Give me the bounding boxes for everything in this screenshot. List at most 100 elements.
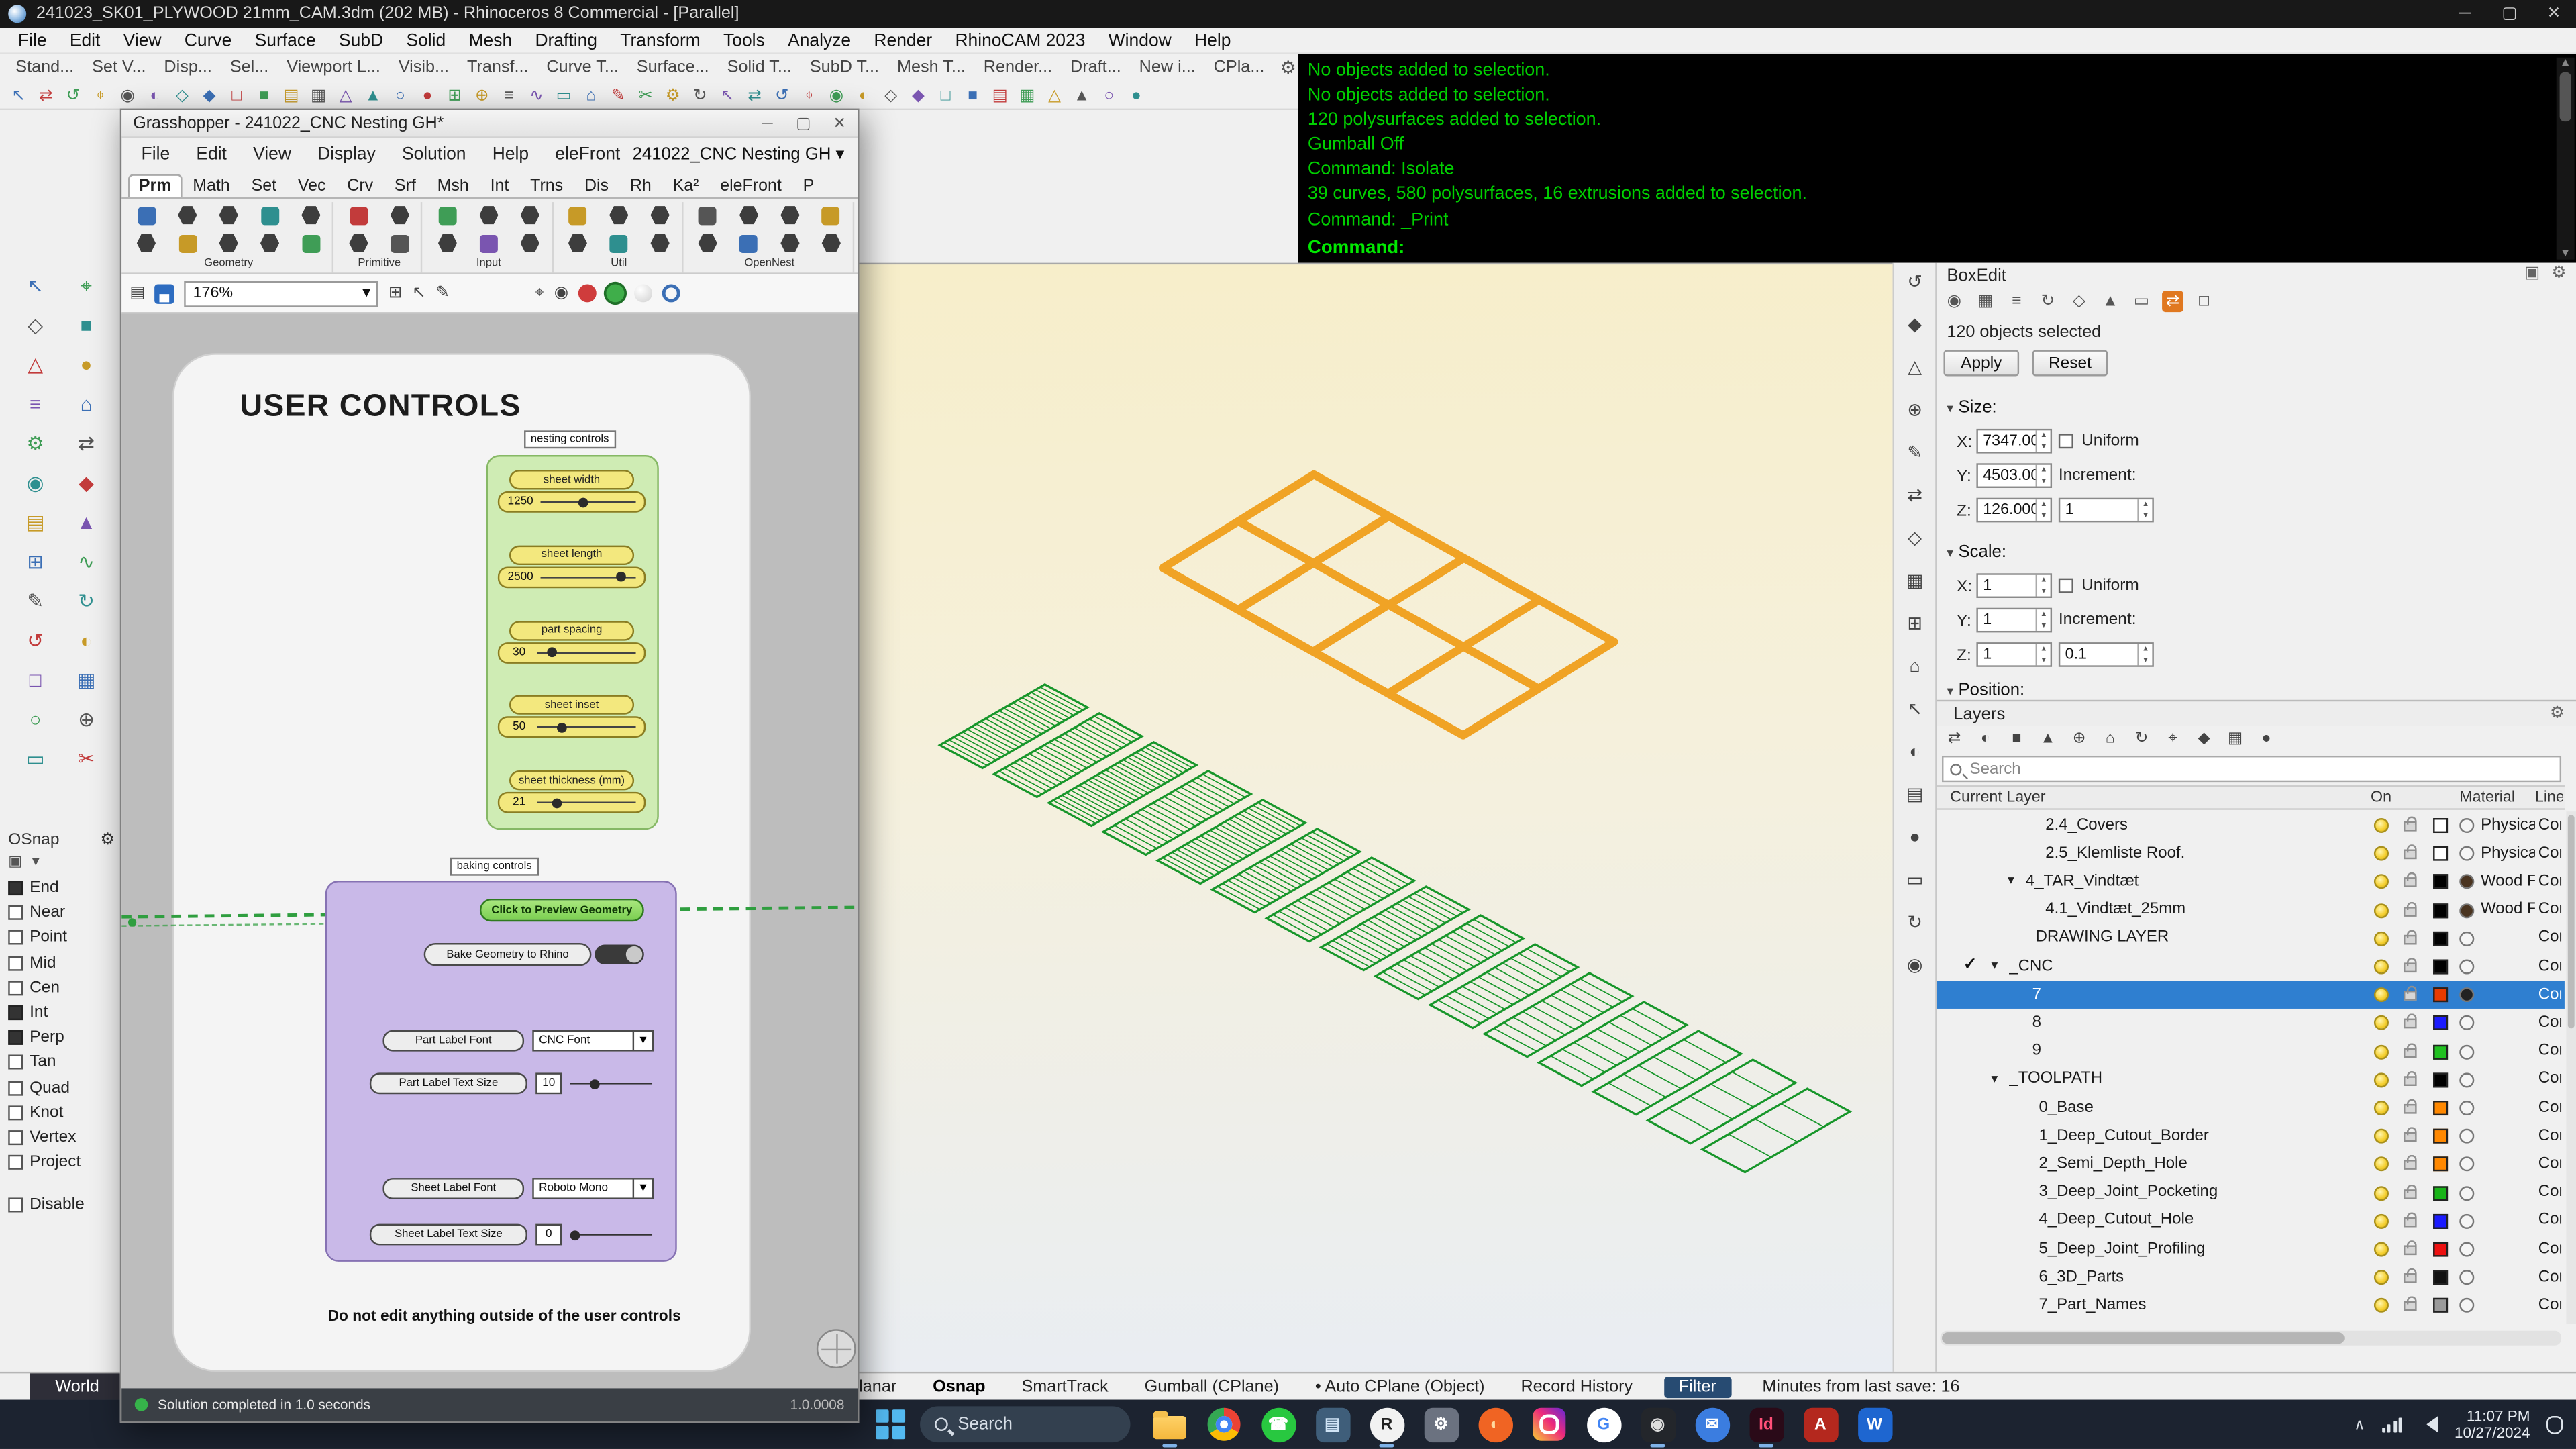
layer-visibility-icon[interactable]: [2374, 1129, 2389, 1144]
indesign-icon[interactable]: Id: [1747, 1405, 1786, 1444]
gh-component-icon[interactable]: [650, 234, 670, 253]
network-icon[interactable]: [2381, 1416, 2402, 1432]
side-tool-icon[interactable]: ⇄: [1907, 487, 1922, 508]
gh-param-label[interactable]: Sheet Label Text Size: [370, 1224, 527, 1246]
toolbar-button[interactable]: Visib...: [389, 59, 458, 77]
layer-material-icon[interactable]: [2459, 1044, 2474, 1059]
layer-material-icon[interactable]: [2459, 1299, 2474, 1313]
layer-name[interactable]: 6_3D_Parts: [2039, 1268, 2124, 1286]
osnap-tool-icon[interactable]: ▾: [32, 852, 40, 870]
layer-lock-icon[interactable]: [2404, 878, 2417, 888]
command-panel[interactable]: No objects added to selection.No objects…: [1298, 54, 2576, 263]
layer-visibility-icon[interactable]: [2374, 1213, 2389, 1228]
grasshopper-title-bar[interactable]: Grasshopper - 241022_CNC Nesting GH* ─ ▢…: [121, 110, 858, 138]
sidebar-tool-icon[interactable]: ◉: [15, 472, 55, 497]
layer-row[interactable]: 7Continuous: [1937, 981, 2565, 1009]
sidebar-tool-icon[interactable]: ✂: [66, 748, 106, 772]
gh-tab[interactable]: Prm: [128, 174, 182, 197]
size-x-field[interactable]: 7347.00▲▼: [1976, 429, 2052, 454]
minimize-button[interactable]: ─: [2443, 5, 2487, 23]
layer-name[interactable]: 7_Part_Names: [2039, 1296, 2146, 1314]
layer-lock-icon[interactable]: [2404, 1217, 2417, 1227]
osnap-checkbox[interactable]: [8, 981, 23, 995]
zoom-level-combo[interactable]: 176%▾: [185, 280, 378, 306]
gh-component-icon[interactable]: [350, 206, 368, 224]
layer-visibility-icon[interactable]: [2374, 931, 2389, 946]
sidebar-tool-icon[interactable]: ≡: [15, 393, 55, 417]
toolbar-icon[interactable]: ●: [1123, 83, 1150, 108]
layer-name[interactable]: 1_Deep_Cutout_Border: [2039, 1126, 2208, 1144]
gh-slider-name[interactable]: sheet inset: [509, 695, 634, 715]
gh-dropdown[interactable]: CNC Font▼: [532, 1030, 654, 1052]
osnap-tool-icon[interactable]: ▣: [8, 852, 22, 870]
gh-number-value[interactable]: 0: [535, 1224, 562, 1246]
layer-row[interactable]: 2.4_CoversPhysicalContinuous: [1937, 811, 2565, 840]
size-increment-field[interactable]: 1▲▼: [2059, 498, 2154, 523]
menu-item[interactable]: RhinoCAM 2023: [943, 30, 1096, 50]
canvas-compass[interactable]: [817, 1329, 856, 1368]
layer-material-icon[interactable]: [2459, 931, 2474, 946]
layer-material-icon[interactable]: [2459, 1072, 2474, 1087]
gh-component-icon[interactable]: [261, 206, 279, 224]
layer-name[interactable]: DRAWING LAYER: [2036, 929, 2169, 947]
gh-component-icon[interactable]: [439, 206, 457, 224]
sidebar-tool-icon[interactable]: ◐: [66, 630, 106, 654]
layer-lock-icon[interactable]: [2404, 1160, 2417, 1170]
scroll-down-icon[interactable]: ▼: [2560, 248, 2571, 260]
side-tool-icon[interactable]: ◉: [1907, 956, 1923, 978]
toolbar-icon[interactable]: ⊞: [441, 83, 468, 108]
gh-component-icon[interactable]: [520, 234, 539, 253]
layer-color-swatch[interactable]: [2433, 1072, 2448, 1087]
sidebar-tool-icon[interactable]: ⌖: [66, 274, 106, 299]
gh-ribbon-group-label[interactable]: Input: [429, 256, 548, 272]
status-item[interactable]: Auto CPlane (Object): [1297, 1377, 1503, 1395]
osnap-checkbox[interactable]: [8, 905, 23, 920]
layer-visibility-icon[interactable]: [2374, 988, 2389, 1003]
layer-lock-icon[interactable]: [2404, 934, 2417, 944]
toolbar-icon[interactable]: ✂: [632, 83, 660, 108]
menu-item[interactable]: Analyze: [776, 30, 862, 50]
toolbar-icon[interactable]: △: [332, 83, 360, 108]
gh-component-icon[interactable]: [740, 234, 758, 252]
gh-document-selector[interactable]: 241022_CNC Nesting GH ▾: [633, 144, 845, 164]
toolbar-icon[interactable]: ◇: [877, 83, 905, 108]
layer-name[interactable]: 8: [2032, 1013, 2041, 1032]
gh-slider-name[interactable]: sheet width: [509, 470, 634, 489]
scale-section-header[interactable]: ▾Scale:: [1947, 542, 2006, 562]
layers-vscrollbar[interactable]: [2566, 811, 2576, 1324]
toolbar-icon[interactable]: ▲: [360, 83, 387, 108]
sidebar-tool-icon[interactable]: ⚙: [15, 432, 55, 457]
osnap-checkbox[interactable]: [8, 931, 23, 946]
scroll-up-icon[interactable]: ▲: [2560, 58, 2571, 69]
preview-geometry-button[interactable]: Click to Preview Geometry: [480, 899, 644, 921]
side-tool-icon[interactable]: ●: [1909, 828, 1920, 850]
osnap-checkbox[interactable]: [8, 1155, 23, 1170]
toolbar-icon[interactable]: ⌖: [87, 83, 114, 108]
scroll-thumb[interactable]: [2560, 72, 2571, 121]
gh-menu-item[interactable]: Display: [305, 144, 389, 164]
sidebar-tool-icon[interactable]: ⌂: [66, 393, 106, 417]
menu-item[interactable]: Tools: [712, 30, 776, 50]
layer-name[interactable]: _TOOLPATH: [2009, 1070, 2102, 1088]
gh-ribbon-group-label[interactable]: OpenNest: [690, 256, 849, 272]
menu-item[interactable]: File: [7, 30, 58, 50]
settings-icon[interactable]: ⚙: [1421, 1405, 1461, 1444]
toolbar-icon[interactable]: ◆: [905, 83, 932, 108]
gh-menu-item[interactable]: File: [128, 144, 183, 164]
gh-tab[interactable]: Int: [480, 174, 520, 197]
rhino-icon[interactable]: R: [1367, 1405, 1406, 1444]
gh-component-icon[interactable]: [480, 234, 498, 252]
gh-component-icon[interactable]: [301, 205, 321, 225]
gh-component-icon[interactable]: [698, 234, 717, 253]
side-tool-icon[interactable]: ◇: [1908, 529, 1922, 550]
layer-name[interactable]: 4_Deep_Cutout_Hole: [2039, 1211, 2194, 1230]
toolbar-icon[interactable]: ▦: [1014, 83, 1041, 108]
sidebar-tool-icon[interactable]: ↺: [15, 630, 55, 654]
layers-tool-icon[interactable]: ⇄: [1943, 730, 1965, 748]
size-uniform-checkbox[interactable]: [2059, 434, 2073, 448]
gh-tab[interactable]: Dis: [574, 174, 619, 197]
gh-component-icon[interactable]: [739, 205, 758, 225]
group-label[interactable]: baking controls: [450, 858, 539, 876]
layer-visibility-icon[interactable]: [2374, 1270, 2389, 1285]
panel-tab-icon[interactable]: ▭: [2131, 291, 2153, 312]
